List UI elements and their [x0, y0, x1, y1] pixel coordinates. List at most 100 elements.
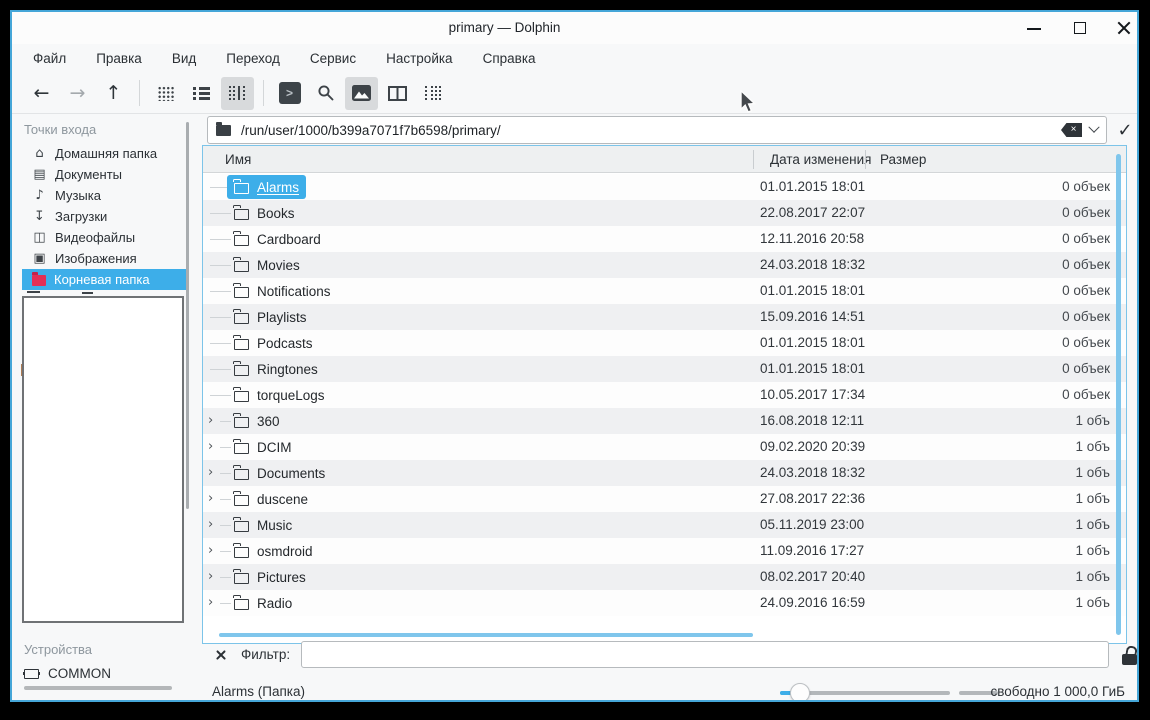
place-item[interactable]: ▤ Документы — [22, 164, 188, 185]
place-item[interactable]: ◫ Видеофайлы — [22, 227, 188, 248]
table-row[interactable]: › Notifications 01.01.2015 18:01 0 объек — [203, 278, 1126, 304]
device-item-common[interactable]: COMMON — [23, 666, 111, 681]
file-name-cell[interactable]: Podcasts — [227, 331, 320, 355]
file-name-cell[interactable]: 360 — [227, 409, 287, 433]
menu-item[interactable]: Сервис — [310, 51, 356, 66]
file-name-cell[interactable]: torqueLogs — [227, 383, 332, 407]
file-name-cell[interactable]: Cardboard — [227, 227, 328, 251]
minimize-button[interactable] — [1017, 12, 1051, 44]
forward-button[interactable]: → — [61, 77, 94, 110]
titlebar[interactable]: primary — Dolphin — [12, 12, 1137, 44]
menu-item[interactable]: Файл — [33, 51, 66, 66]
up-button[interactable]: ↑ — [97, 77, 130, 110]
table-row[interactable]: › Alarms 01.01.2015 18:01 0 объек — [203, 174, 1126, 200]
sidebar-scrollbar[interactable] — [186, 122, 189, 509]
file-name-cell[interactable]: Radio — [227, 591, 299, 615]
file-date: 01.01.2015 18:01 — [760, 335, 866, 350]
file-name-cell[interactable]: Music — [227, 513, 299, 537]
filter-input[interactable] — [301, 641, 1110, 668]
column-header-size[interactable]: Размер — [880, 146, 926, 173]
file-size: 0 объек — [1062, 309, 1110, 324]
horizontal-scrollbar[interactable] — [219, 633, 753, 637]
table-row[interactable]: › Ringtones 01.01.2015 18:01 0 объек — [203, 356, 1126, 382]
table-row[interactable]: › Documents 24.03.2018 18:32 1 объ — [203, 460, 1126, 486]
table-row[interactable]: › 360 16.08.2018 12:11 1 объ — [203, 408, 1126, 434]
place-item[interactable]: ▣ Изображения — [22, 248, 188, 269]
panels-button[interactable] — [417, 77, 450, 110]
table-row[interactable]: › Cardboard 12.11.2016 20:58 0 объек — [203, 226, 1126, 252]
terminal-button[interactable]: > — [273, 77, 306, 110]
location-bar[interactable]: /run/user/1000/b399a7071f7b6598/primary/… — [207, 116, 1107, 144]
table-row[interactable]: › Music 05.11.2019 23:00 1 объ — [203, 512, 1126, 538]
compact-view-button[interactable] — [185, 77, 218, 110]
table-row[interactable]: › torqueLogs 10.05.2017 17:34 0 объек — [203, 382, 1126, 408]
menu-item[interactable]: Справка — [483, 51, 536, 66]
file-name-cell[interactable]: Playlists — [227, 305, 314, 329]
details-view-button[interactable] — [221, 76, 254, 110]
split-view-button[interactable] — [381, 77, 414, 110]
file-name-cell[interactable]: osmdroid — [227, 539, 320, 563]
file-name-cell[interactable]: Books — [227, 201, 302, 225]
preview-button[interactable] — [345, 76, 378, 110]
search-icon — [317, 85, 333, 101]
lock-icon[interactable] — [1122, 653, 1137, 665]
table-row[interactable]: › Movies 24.03.2018 18:32 0 объек — [203, 252, 1126, 278]
chevron-down-icon[interactable] — [1088, 121, 1100, 133]
close-button[interactable] — [1107, 12, 1137, 44]
table-row[interactable]: › osmdroid 11.09.2016 17:27 1 объ — [203, 538, 1126, 564]
expander-icon[interactable]: › — [208, 595, 213, 610]
file-name: Podcasts — [257, 335, 313, 351]
table-row[interactable]: › DCIM 09.02.2020 20:39 1 объ — [203, 434, 1126, 460]
maximize-button[interactable] — [1063, 12, 1097, 44]
file-date: 12.11.2016 20:58 — [760, 231, 865, 246]
file-name-cell[interactable]: Alarms — [227, 175, 307, 199]
menu-item[interactable]: Вид — [172, 51, 196, 66]
expander-icon[interactable]: › — [208, 517, 213, 532]
expander-icon[interactable]: › — [208, 491, 213, 506]
place-item[interactable]: ⌂ Домашняя папка — [22, 143, 188, 164]
selection-status: Alarms (Папка) — [212, 684, 305, 699]
back-button[interactable]: ← — [25, 77, 58, 110]
table-rows: › Alarms 01.01.2015 18:01 0 объек › Book — [203, 174, 1126, 616]
icons-view-button[interactable] — [149, 77, 182, 110]
file-name-cell[interactable]: DCIM — [227, 435, 299, 459]
table-row[interactable]: › duscene 27.08.2017 22:36 1 объ — [203, 486, 1126, 512]
file-name-cell[interactable]: duscene — [227, 487, 315, 511]
expander-icon[interactable]: › — [208, 465, 213, 480]
search-button[interactable] — [309, 77, 342, 110]
table-row[interactable]: › Podcasts 01.01.2015 18:01 0 объек — [203, 330, 1126, 356]
column-header-date[interactable]: Дата изменения — [770, 146, 871, 173]
file-name-cell[interactable]: Movies — [227, 253, 307, 277]
clear-location-button[interactable]: × — [1061, 123, 1082, 137]
table-row[interactable]: › Radio 24.09.2016 16:59 1 объ — [203, 590, 1126, 616]
place-item[interactable]: ♪ Музыка — [22, 185, 188, 206]
close-filter-icon[interactable] — [215, 649, 227, 661]
expander-icon[interactable]: › — [208, 569, 213, 584]
location-path[interactable]: /run/user/1000/b399a7071f7b6598/primary/ — [241, 123, 1061, 138]
file-name-cell[interactable]: Documents — [227, 461, 332, 485]
table-row[interactable]: › Playlists 15.09.2016 14:51 0 объек — [203, 304, 1126, 330]
expander-icon[interactable]: › — [208, 413, 213, 428]
file-name-cell[interactable]: Notifications — [227, 279, 338, 303]
minimize-icon — [1027, 28, 1041, 30]
zoom-slider-handle[interactable] — [790, 683, 810, 700]
file-size: 1 объ — [1075, 465, 1111, 480]
file-name-cell[interactable]: Pictures — [227, 565, 313, 589]
file-name: Music — [257, 517, 293, 533]
expander-icon[interactable]: › — [208, 543, 213, 558]
expander-icon[interactable]: › — [208, 439, 213, 454]
place-item[interactable]: ↧ Загрузки — [22, 206, 188, 227]
file-size: 1 объ — [1075, 413, 1111, 428]
file-name-cell[interactable]: Ringtones — [227, 357, 325, 381]
table-row[interactable]: › Pictures 08.02.2017 20:40 1 объ — [203, 564, 1126, 590]
folder-icon — [233, 543, 249, 558]
column-header-name[interactable]: Имя — [225, 146, 251, 173]
menu-item[interactable]: Настройка — [386, 51, 452, 66]
file-name: osmdroid — [257, 543, 313, 559]
apply-location-button[interactable]: ✓ — [1112, 116, 1137, 144]
menu-item[interactable]: Переход — [226, 51, 280, 66]
menu-item[interactable]: Правка — [96, 51, 142, 66]
vertical-scrollbar[interactable] — [1116, 154, 1121, 635]
table-row[interactable]: › Books 22.08.2017 22:07 0 объек — [203, 200, 1126, 226]
place-item[interactable]: Корневая папка — [22, 269, 188, 290]
